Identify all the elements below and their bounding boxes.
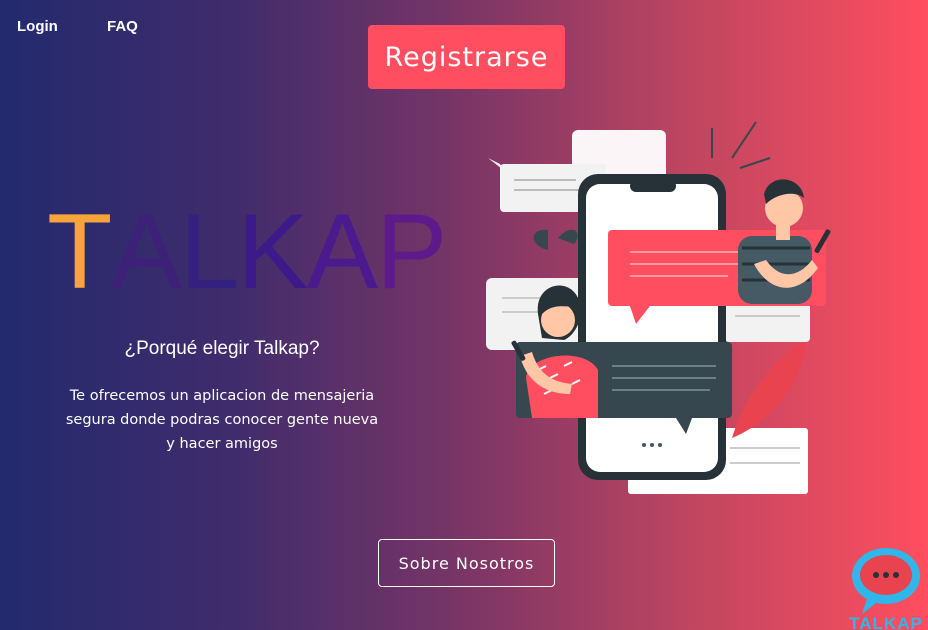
corner-logo: TALKAP bbox=[846, 544, 926, 630]
register-button[interactable]: Registrarse bbox=[368, 25, 565, 89]
people-chatting-phone-illustration bbox=[486, 121, 831, 494]
brand-letter: K bbox=[237, 191, 308, 311]
brand-letter: A bbox=[306, 191, 378, 311]
brand-letter: P bbox=[376, 191, 447, 311]
why-title: ¿Porqué elegir Talkap? bbox=[124, 338, 320, 359]
chat-bubble-logo-icon bbox=[852, 548, 920, 614]
corner-logo-text: TALKAP bbox=[849, 614, 923, 630]
about-us-button[interactable]: Sobre Nosotros bbox=[378, 539, 555, 587]
brand-wordmark: TALKAP bbox=[47, 191, 447, 311]
hero-description: Te ofrecemos un aplicacion de mensajeria… bbox=[65, 388, 379, 452]
nav-login-link[interactable]: Login bbox=[17, 18, 58, 35]
brand-letter: L bbox=[179, 191, 239, 311]
nav-faq-link[interactable]: FAQ bbox=[107, 18, 138, 35]
brand-letter: T bbox=[47, 191, 112, 311]
brand-letter: A bbox=[110, 191, 181, 311]
